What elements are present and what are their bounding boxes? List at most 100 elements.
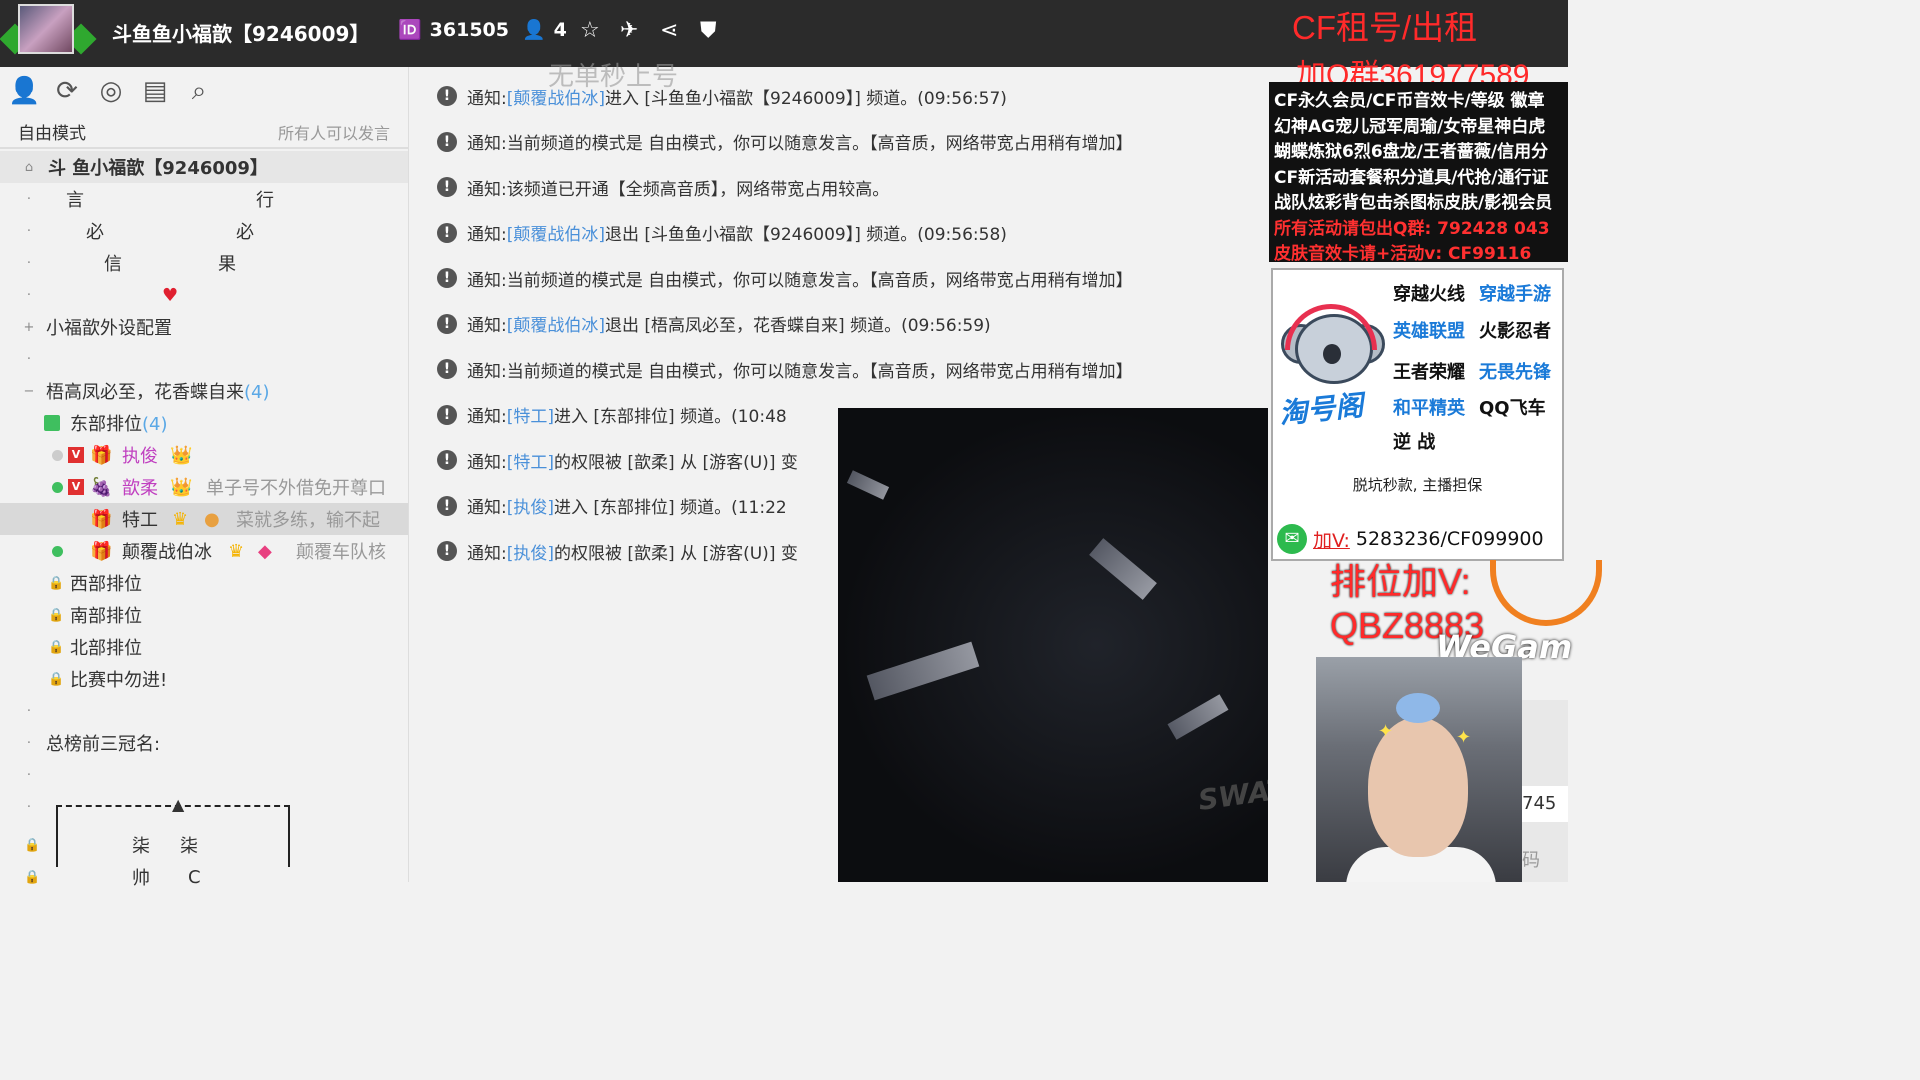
tree-item[interactable]: · bbox=[0, 343, 408, 375]
group-count: (4) bbox=[244, 382, 270, 403]
notice-icon: ! bbox=[437, 268, 457, 288]
message-prefix: 通知: bbox=[467, 543, 507, 564]
sidebar-toolbar: 👤 ⟳ ◎ ▤ ⌕ bbox=[0, 67, 408, 115]
user-row[interactable]: V 🍇 歆柔 👑 单子号不外借免开尊口 bbox=[0, 471, 408, 503]
listen-count: 🆔 361505 bbox=[398, 18, 509, 42]
message-user-link[interactable]: [执俊] bbox=[507, 539, 554, 564]
room-open-icon bbox=[44, 415, 60, 431]
user-row[interactable]: 🎁 颠覆战伯冰 ♛ ◆ 颠覆车队核 bbox=[0, 535, 408, 567]
crown-icon: 👑 bbox=[170, 444, 193, 466]
tree-item-ext-config[interactable]: + 小福歆外设配置 bbox=[0, 311, 408, 343]
user-row-selected[interactable]: 🎁 特工 ♛ ● 菜就多练，输不起 bbox=[0, 503, 408, 535]
plane-icon[interactable]: ✈ bbox=[620, 18, 638, 43]
board-icon[interactable]: ▤ bbox=[140, 76, 170, 106]
wegame-logo-arc bbox=[1490, 560, 1602, 626]
message-user-link[interactable]: [颠覆战伯冰] bbox=[507, 311, 605, 336]
tree-item[interactable]: · 言 行 bbox=[0, 183, 408, 215]
lock-icon: 🔒 bbox=[24, 869, 41, 885]
tree-text: 帅 bbox=[132, 868, 150, 889]
message-row: ! 通知: [特工] 进入 [东部排位] 频道。(10:48 bbox=[437, 400, 787, 430]
gift-icon: 🎁 bbox=[90, 540, 113, 562]
game-label: 火影忍者 bbox=[1479, 321, 1551, 342]
ad-line: CF新活动套餐积分道具/代抢/通行证 bbox=[1274, 167, 1549, 188]
tree-text: 小福歆外设配置 bbox=[46, 318, 172, 339]
tree-text: 柒 bbox=[180, 836, 198, 857]
tree-text: C bbox=[188, 866, 201, 888]
message-row: ! 通知: [执俊] 进入 [东部排位] 频道。(11:22 bbox=[437, 491, 787, 521]
crown-icon: 👑 bbox=[170, 476, 193, 498]
tree-item-match[interactable]: 🔒 比赛中勿进! bbox=[0, 663, 408, 695]
tree-item[interactable]: · ♥ bbox=[0, 279, 408, 311]
tree-item[interactable]: 🔒 柒 柒 bbox=[0, 829, 408, 861]
notice-icon: ! bbox=[437, 131, 457, 152]
message-user-link[interactable]: [执俊] bbox=[507, 493, 554, 518]
message-prefix: 通知: bbox=[467, 225, 507, 245]
east-count: (4) bbox=[142, 414, 168, 435]
notice-icon: ! bbox=[437, 404, 457, 425]
wechat-icon: ✉ bbox=[1277, 524, 1307, 554]
channel-avatar[interactable] bbox=[0, 0, 100, 62]
share-icon[interactable]: ⋖ bbox=[660, 18, 678, 43]
tree-item[interactable]: · bbox=[0, 695, 408, 727]
message-row: ! 通知: [颠覆战伯冰] 退出 [斗鱼鱼小福歆【9246009】] 频道。(09… bbox=[437, 218, 1007, 248]
user-row[interactable]: V 🎁 执俊 👑 bbox=[0, 439, 408, 471]
game-label: QQ飞车 bbox=[1479, 398, 1546, 419]
vip-badge: V bbox=[68, 479, 84, 495]
tree-text: 言 bbox=[66, 190, 84, 211]
tree-item[interactable]: · 必 必 bbox=[0, 215, 408, 247]
triangle-icon: ▲ bbox=[172, 795, 185, 814]
tree-item[interactable]: 🔒 帅 C bbox=[0, 861, 408, 893]
channel-name: 斗 鱼小福歆【9246009】 bbox=[48, 158, 268, 179]
star-icon[interactable]: ☆ bbox=[580, 18, 600, 43]
tree-item[interactable]: · 信 果 bbox=[0, 247, 408, 279]
message-text: 退出 [梧高凤必至，花香蝶自来] 频道。(09:56:59) bbox=[605, 316, 991, 336]
search-icon[interactable]: ⌕ bbox=[184, 76, 214, 106]
tree-root[interactable]: ⌂ 斗 鱼小福歆【9246009】 bbox=[0, 151, 408, 183]
user-signature: 菜就多练，输不起 bbox=[236, 510, 380, 531]
message-prefix: 通知: bbox=[467, 361, 507, 382]
message-user-link[interactable]: [特工] bbox=[507, 448, 554, 473]
ad-line: 幻神AG宠儿冠军周瑜/女帝星神白虎 bbox=[1274, 116, 1546, 137]
message-prefix: 通知: bbox=[467, 88, 507, 109]
dot-icon: · bbox=[26, 223, 32, 239]
user-icon: 👤 bbox=[522, 19, 546, 41]
tree-item[interactable]: · bbox=[0, 759, 408, 791]
tree-item-south[interactable]: 🔒 南部排位 bbox=[0, 599, 408, 631]
mode-label[interactable]: 自由模式 bbox=[18, 119, 86, 144]
tree-item[interactable]: · ▲ bbox=[0, 791, 408, 867]
notice-icon: ! bbox=[437, 177, 457, 197]
group-label: 梧高凤必至，花香蝶自来(4) bbox=[46, 378, 270, 404]
collapse-icon[interactable]: − bbox=[22, 384, 36, 399]
koala-mascot-icon bbox=[1281, 304, 1385, 400]
user-name: 特工 bbox=[122, 510, 158, 531]
game-label: 英雄联盟 bbox=[1393, 321, 1465, 342]
status-dot bbox=[52, 449, 63, 461]
message-row: ! 通知: 当前频道的模式是 自由模式，你可以随意发言。【高音质，网络带宽占用稍有… bbox=[437, 127, 1133, 157]
sync-icon[interactable]: ⟳ bbox=[52, 76, 82, 106]
user-icon[interactable]: 👤 bbox=[8, 76, 40, 106]
home-icon: ⌂ bbox=[24, 159, 34, 175]
message-user-link[interactable]: [特工] bbox=[507, 402, 554, 427]
online-count[interactable]: 👤 4 bbox=[522, 18, 567, 42]
tree-item-east[interactable]: 东部排位(4) bbox=[0, 407, 408, 439]
tree-text: 西部排位 bbox=[70, 574, 142, 595]
tree-item-top3[interactable]: · 总榜前三冠名: bbox=[0, 727, 408, 759]
tree-item-group[interactable]: − 梧高凤必至，花香蝶自来(4) bbox=[0, 375, 408, 407]
side-input[interactable]: 745 bbox=[1522, 786, 1568, 822]
message-text: 的权限被 [歆柔] 从 [游客(U)] 变 bbox=[554, 452, 798, 473]
location-icon[interactable]: ◎ bbox=[96, 76, 126, 106]
fish-sticker-icon bbox=[1396, 693, 1440, 723]
ad-line: 所有活动请包出Q群: 792428 043 bbox=[1274, 218, 1550, 239]
notice-icon: ! bbox=[437, 495, 457, 516]
message-text: 当前频道的模式是 自由模式，你可以随意发言。【高音质，网络带宽占用稍有增加】 bbox=[506, 270, 1133, 291]
notice-icon: ! bbox=[437, 86, 457, 106]
tree-item-north[interactable]: 🔒 北部排位 bbox=[0, 631, 408, 663]
message-user-link[interactable]: [颠覆战伯冰] bbox=[507, 220, 605, 245]
expand-icon[interactable]: + bbox=[22, 320, 36, 335]
message-prefix: 通知: bbox=[467, 452, 507, 473]
star-sticker-icon: ✦ bbox=[1456, 727, 1472, 748]
tree-item-west[interactable]: 🔒 西部排位 bbox=[0, 567, 408, 599]
shield-icon[interactable]: ⛊ bbox=[700, 18, 717, 43]
message-prefix: 通知: bbox=[467, 134, 507, 154]
notice-icon: ! bbox=[437, 222, 457, 243]
